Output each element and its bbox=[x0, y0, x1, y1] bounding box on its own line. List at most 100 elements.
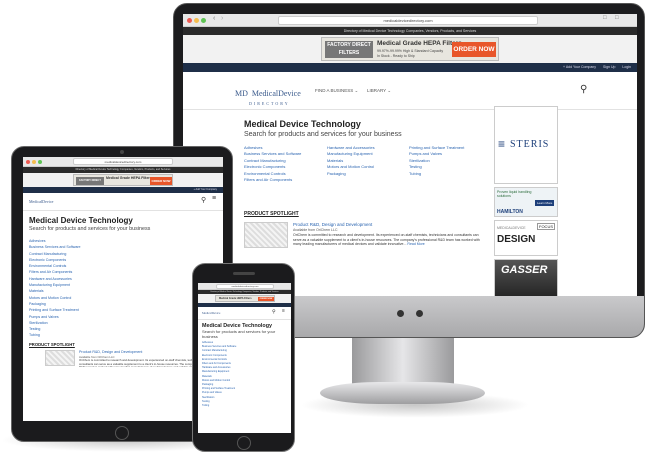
phone-order-button[interactable]: ORDER NOW bbox=[258, 297, 274, 301]
tablet-spotlight-thumb[interactable] bbox=[45, 350, 75, 366]
tablet-address-bar[interactable]: medicaldevicedirectory.com bbox=[73, 158, 173, 165]
phone-hepa-ad[interactable]: Medical Grade HEPA Filters ORDER NOW bbox=[215, 295, 275, 302]
tablet-search-icon[interactable]: ⚲ bbox=[201, 196, 206, 204]
order-now-button[interactable]: ORDER NOW bbox=[452, 42, 496, 57]
spotlight-title: PRODUCT SPOTLIGHT bbox=[244, 211, 299, 217]
phone-category-list: Adhesives Business Services and Software C… bbox=[202, 341, 236, 408]
tablet-order-button[interactable]: ORDER NOW bbox=[150, 177, 172, 185]
tablet-close-dot[interactable] bbox=[26, 160, 30, 164]
address-bar[interactable]: medicaldevicedirectory.com bbox=[278, 16, 538, 25]
tablet-spotlight-link[interactable]: Product R&D, Design and Development bbox=[79, 350, 142, 354]
tablet-hepa-ad[interactable]: FACTORY DIRECT Medical Grade HEPA Filter… bbox=[73, 174, 173, 186]
site-header: MD MedicalDevice DIRECTORY FIND A BUSINE… bbox=[183, 72, 637, 110]
side-ads-column: ≡ STERIS Proven liquid handling solution… bbox=[494, 106, 558, 297]
ad-headline: Medical Grade HEPA Filters bbox=[377, 40, 462, 47]
device-mockup-stage: ‹ › medicaldevicedirectory.com □ □ Direc… bbox=[0, 0, 648, 457]
monitor-stand-base bbox=[320, 382, 485, 404]
find-business-menu[interactable]: FIND A BUSINESS ⌄ bbox=[315, 88, 358, 94]
library-menu[interactable]: LIBRARY ⌄ bbox=[367, 88, 391, 94]
minimize-window-dot[interactable] bbox=[194, 18, 199, 23]
tablet-heading: Medical Device Technology bbox=[29, 216, 133, 225]
tablet-category-list: Adhesives Business Services and Software C… bbox=[29, 238, 81, 339]
category-link[interactable]: Packaging bbox=[327, 171, 375, 177]
steris-logo-icon: ≡ bbox=[498, 137, 506, 151]
hamilton-logo-text: HAMILTON bbox=[497, 209, 523, 215]
design-ad-title: DESIGN bbox=[497, 234, 536, 245]
tablet-camera bbox=[120, 150, 124, 154]
tablet-category-link[interactable]: Business Services and Software bbox=[29, 244, 81, 250]
monitor-stand-neck bbox=[352, 336, 454, 388]
spotlight-product-link[interactable]: Product R&D, Design and Development bbox=[293, 222, 372, 227]
design-ad-top: MEDICALDEVICE bbox=[497, 226, 526, 230]
forward-arrow-icon[interactable]: › bbox=[221, 15, 223, 22]
logo-sub: DIRECTORY bbox=[249, 101, 290, 106]
spotlight-text-body: OriChem is committed to research and dev… bbox=[293, 233, 480, 246]
add-company-link[interactable]: + Add Your Company bbox=[563, 65, 596, 69]
tablet-home-button[interactable] bbox=[115, 426, 129, 440]
browser-toolbar: ‹ › medicaldevicedirectory.com □ □ bbox=[183, 14, 637, 27]
tablet-subheading: Search for products and services for you… bbox=[29, 226, 151, 232]
sign-up-link[interactable]: Sign Up bbox=[603, 65, 615, 69]
hamilton-ad[interactable]: Proven liquid handling solutions Learn M… bbox=[494, 187, 558, 217]
hepa-filters-ad[interactable]: FACTORY DIRECT FILTERS Medical Grade HEPA… bbox=[321, 37, 499, 61]
category-link[interactable]: Tubing bbox=[409, 171, 464, 177]
phone-screen: medicaldevicedirectory.com Directory of … bbox=[198, 283, 291, 433]
ad-strip: FACTORY DIRECT FILTERS Medical Grade HEPA… bbox=[183, 35, 637, 63]
spotlight-source: Available from OriChem LLC bbox=[293, 228, 338, 232]
phone-menu-icon[interactable]: ≡ bbox=[282, 308, 285, 314]
tablet-add-company-link[interactable]: + Add Your Company bbox=[193, 188, 217, 191]
category-link[interactable]: Filters and Air Components bbox=[244, 177, 301, 183]
learn-more-button[interactable]: Learn More bbox=[535, 200, 555, 206]
tablet-site-logo[interactable]: MedicalDevice bbox=[29, 199, 53, 204]
login-link[interactable]: Login bbox=[622, 65, 631, 69]
phone-main: Medical Device Technology Search for pro… bbox=[198, 320, 291, 433]
site-logo[interactable]: MD MedicalDevice DIRECTORY bbox=[235, 83, 301, 106]
share-icon[interactable]: □ bbox=[603, 15, 607, 21]
tablet-min-dot[interactable] bbox=[32, 160, 36, 164]
steris-ad[interactable]: ≡ STERIS bbox=[494, 106, 558, 184]
medical-device-design-ad[interactable]: MEDICALDEVICE DESIGN FOCUS bbox=[494, 220, 558, 256]
category-column-3: Printing and Surface Treatment Pumps and … bbox=[409, 145, 464, 177]
tablet-ad-headline: Medical Grade HEPA Filters bbox=[106, 176, 152, 180]
phone-home-button[interactable] bbox=[237, 436, 251, 450]
site-tagline-bar: Directory of Medical Device Technology C… bbox=[183, 27, 637, 35]
tablet-browser-toolbar: medicaldevicedirectory.com bbox=[23, 157, 223, 167]
focus-badge: FOCUS bbox=[537, 223, 555, 230]
hamilton-ad-tagline: Proven liquid handling solutions bbox=[497, 190, 532, 198]
page-subheading: Search for products and services for you… bbox=[244, 131, 402, 138]
tablet-category-link[interactable]: Tubing bbox=[29, 332, 81, 338]
tablet-logo-text: MedicalDevice bbox=[29, 199, 54, 204]
phone-search-icon[interactable]: ⚲ bbox=[272, 309, 276, 315]
close-window-dot[interactable] bbox=[187, 18, 192, 23]
category-link[interactable]: Motors and Motion Control bbox=[327, 164, 375, 170]
tabs-icon[interactable]: □ bbox=[615, 15, 619, 21]
ad-brand-text: FACTORY DIRECT bbox=[327, 42, 371, 48]
category-link[interactable]: Manufacturing Equipment bbox=[327, 151, 375, 157]
account-nav-bar: + Add Your Company Sign Up Login bbox=[183, 63, 637, 72]
tablet-menu-icon[interactable]: ≡ bbox=[212, 195, 216, 202]
phone-category-link[interactable]: Tubing bbox=[202, 404, 236, 408]
ad-line-2: In Stock - Ready to Ship bbox=[377, 54, 415, 58]
desktop-screen: ‹ › medicaldevicedirectory.com □ □ Direc… bbox=[183, 14, 637, 297]
ad-brand-logo: FACTORY DIRECT FILTERS bbox=[325, 41, 373, 58]
tablet-max-dot[interactable] bbox=[38, 160, 42, 164]
tablet-category-link[interactable]: Printing and Surface Treatment bbox=[29, 307, 81, 313]
back-arrow-icon[interactable]: ‹ bbox=[213, 15, 215, 22]
ad-line-1: 99.97%-99.99% High & Standard Capacity bbox=[377, 49, 444, 53]
phone-logo-text: MedicalDevice bbox=[202, 311, 221, 315]
phone-browser-toolbar: medicaldevicedirectory.com bbox=[198, 283, 291, 290]
spotlight-thumbnail[interactable] bbox=[244, 222, 288, 248]
tablet-spotlight-title: PRODUCT SPOTLIGHT bbox=[29, 342, 75, 347]
gasser-ad[interactable]: GASSER bbox=[494, 259, 558, 297]
phone-address-bar[interactable]: medicaldevicedirectory.com bbox=[216, 284, 274, 289]
maximize-window-dot[interactable] bbox=[201, 18, 206, 23]
search-icon[interactable]: ⚲ bbox=[580, 84, 587, 95]
monitor-sensor-left bbox=[397, 310, 404, 317]
phone-site-logo[interactable]: MedicalDevice bbox=[202, 311, 220, 315]
phone-header: MedicalDevice ⚲ ≡ bbox=[198, 307, 291, 320]
ad-brand-sub: FILTERS bbox=[338, 50, 360, 56]
read-more-link[interactable]: Read More bbox=[407, 242, 424, 246]
gasser-logo-text: GASSER bbox=[501, 264, 548, 276]
category-link[interactable]: Business Services and Software bbox=[244, 151, 301, 157]
phone-ad-strip: Medical Grade HEPA Filters ORDER NOW bbox=[198, 294, 291, 303]
